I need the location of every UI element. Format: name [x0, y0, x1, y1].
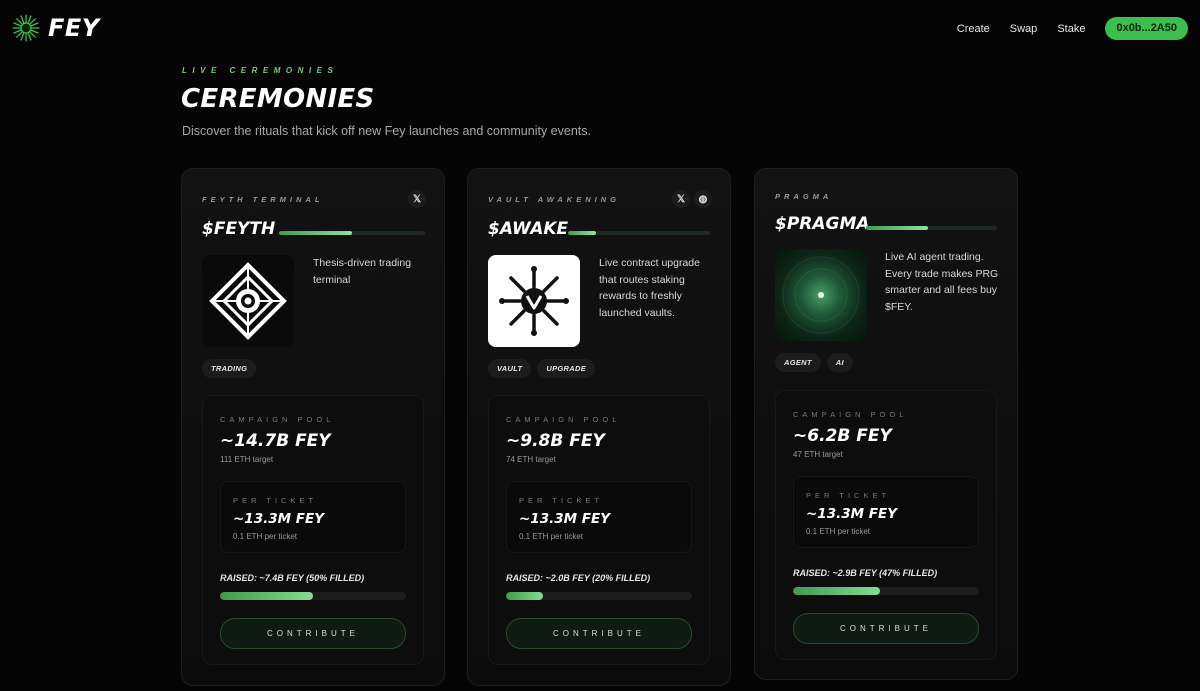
brand-name: FEY [48, 14, 100, 42]
pool-target: 111 ETH target [220, 455, 274, 464]
pool-target: 47 ETH target [793, 450, 843, 459]
raised-progress-fill [793, 587, 881, 595]
tag-agent[interactable]: AGENT [775, 353, 821, 372]
ticket-label: PER TICKET [806, 491, 891, 500]
tag-vault[interactable]: VAULT [488, 359, 532, 378]
raised-text: RAISED: ~2.9B FEY (47% FILLED) [793, 568, 938, 578]
pool-target: 74 ETH target [506, 455, 556, 464]
card-image [488, 255, 580, 347]
per-ticket-box: PER TICKET ~13.3M FEY 0.1 ETH per ticket [220, 481, 406, 553]
per-ticket-box: PER TICKET ~13.3M FEY 0.1 ETH per ticket [793, 476, 979, 548]
campaign-pool: CAMPAIGN POOL ~6.2B FEY 47 ETH target PE… [775, 390, 997, 660]
pool-label: CAMPAIGN POOL [220, 415, 335, 424]
ticket-label: PER TICKET [519, 496, 604, 505]
x-icon[interactable]: 𝕏 [408, 190, 426, 208]
brand-logo[interactable]: FEY [12, 14, 100, 42]
raised-progress-bar [220, 592, 406, 600]
ticket-value: ~13.3M FEY [233, 511, 324, 527]
per-ticket-box: PER TICKET ~13.3M FEY 0.1 ETH per ticket [506, 481, 692, 553]
starburst-icon [12, 14, 40, 42]
card-label: PRAGMA [775, 192, 833, 201]
social-links: 𝕏 [408, 190, 426, 208]
x-icon[interactable]: 𝕏 [672, 190, 690, 208]
contribute-button[interactable]: CONTRIBUTE [793, 613, 979, 644]
page-subtitle: Discover the rituals that kick off new F… [182, 124, 591, 138]
raised-progress-bar [506, 592, 692, 600]
raised-progress-bar [793, 587, 979, 595]
card-tags: AGENT AI [775, 353, 853, 372]
card-ticker: $PRAGMA [775, 214, 870, 234]
contribute-button[interactable]: CONTRIBUTE [220, 618, 406, 649]
ticker-progress-fill [568, 231, 597, 235]
nav-links: Create Swap Stake 0x0b...2A50 [937, 17, 1188, 40]
ceremony-card-pragma: PRAGMA $PRAGMA Live AI agent trading. Ev… [754, 168, 1018, 680]
pool-value: ~9.8B FEY [506, 431, 605, 451]
ticket-value: ~13.3M FEY [806, 506, 897, 522]
page-title: CEREMONIES [181, 84, 375, 114]
raised-progress-fill [506, 592, 544, 600]
pool-value: ~6.2B FEY [793, 426, 892, 446]
ceremony-card-feyth: FEYTH TERMINAL 𝕏 $FEYTH Thesis-driven tr… [181, 168, 445, 686]
card-description: Live contract upgrade that routes stakin… [599, 257, 700, 319]
ticker-progress-bar [279, 231, 425, 235]
social-links: 𝕏 ◍ [672, 190, 712, 208]
card-ticker: $FEYTH [202, 219, 276, 239]
ticket-price: 0.1 ETH per ticket [519, 532, 584, 541]
contribute-button[interactable]: CONTRIBUTE [506, 618, 692, 649]
card-description: Thesis-driven trading terminal [313, 257, 412, 286]
wallet-button[interactable]: 0x0b...2A50 [1105, 17, 1188, 40]
campaign-pool: CAMPAIGN POOL ~9.8B FEY 74 ETH target PE… [488, 395, 710, 665]
card-ticker: $AWAKE [488, 219, 569, 239]
card-tags: VAULT UPGRADE [488, 359, 595, 378]
card-image [775, 249, 867, 341]
ceremony-card-awake: VAULT AWAKENING 𝕏 ◍ $AWAKE Live contract… [467, 168, 731, 686]
nav-create[interactable]: Create [957, 23, 990, 35]
ticker-progress-bar [568, 231, 710, 235]
ticket-price: 0.1 ETH per ticket [233, 532, 298, 541]
tag-trading[interactable]: TRADING [202, 359, 257, 378]
tag-upgrade[interactable]: UPGRADE [537, 359, 595, 378]
ticket-price: 0.1 ETH per ticket [806, 527, 871, 536]
ticket-value: ~13.3M FEY [519, 511, 610, 527]
pool-value: ~14.7B FEY [220, 431, 331, 451]
nav-stake[interactable]: Stake [1057, 23, 1085, 35]
campaign-pool: CAMPAIGN POOL ~14.7B FEY 111 ETH target … [202, 395, 424, 665]
card-description: Live AI agent trading. Every trade makes… [885, 251, 999, 313]
vault-sigil-logo [488, 255, 580, 347]
card-label: VAULT AWAKENING [488, 195, 620, 204]
card-label: FEYTH TERMINAL [202, 195, 324, 204]
ticker-progress-fill [279, 231, 352, 235]
raised-text: RAISED: ~7.4B FEY (50% FILLED) [220, 573, 365, 583]
ticker-progress-bar [866, 226, 997, 230]
card-tags: TRADING [202, 359, 257, 378]
green-orb [782, 256, 860, 334]
diamond-eye-logo [202, 255, 294, 347]
hero-eyebrow: LIVE CEREMONIES [182, 66, 339, 75]
ticket-label: PER TICKET [233, 496, 318, 505]
card-image [202, 255, 294, 347]
raised-progress-fill [220, 592, 313, 600]
globe-icon[interactable]: ◍ [694, 190, 712, 208]
raised-text: RAISED: ~2.0B FEY (20% FILLED) [506, 573, 651, 583]
nav-swap[interactable]: Swap [1010, 23, 1038, 35]
pool-label: CAMPAIGN POOL [506, 415, 621, 424]
pool-label: CAMPAIGN POOL [793, 410, 908, 419]
top-nav: FEY Create Swap Stake 0x0b...2A50 [0, 0, 1200, 58]
ticker-progress-fill [866, 226, 928, 230]
tag-ai[interactable]: AI [826, 353, 853, 372]
